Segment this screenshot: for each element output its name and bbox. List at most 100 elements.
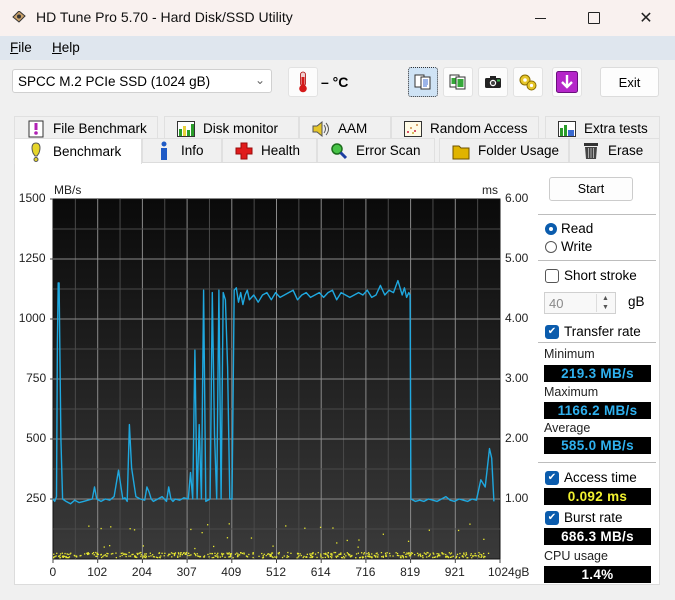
tab-label: AAM — [338, 121, 368, 136]
close-icon: ✕ — [639, 10, 653, 27]
close-button[interactable]: ✕ — [623, 0, 669, 36]
divider — [538, 214, 656, 215]
x-tick: 614 — [310, 565, 331, 579]
radio-write-indicator — [545, 240, 557, 253]
tab-row-1: File Benchmark Disk monitor AAM Random A… — [14, 116, 660, 140]
average-value: 585.0 MB/s — [544, 437, 651, 454]
tab-health[interactable]: Health — [222, 138, 317, 162]
copy-screenshot-button[interactable] — [443, 67, 473, 97]
menu-file[interactable]: File — [10, 40, 32, 55]
burst-rate-checkbox[interactable]: ✔ Burst rate — [545, 510, 623, 525]
y-tick-left: 500 — [26, 431, 47, 445]
tab-folder-usage[interactable]: Folder Usage — [439, 138, 569, 162]
tab-disk-monitor[interactable]: Disk monitor — [164, 116, 299, 140]
disk-monitor-icon — [177, 120, 195, 138]
x-tick: 307 — [176, 565, 197, 579]
copy-info-icon — [414, 74, 431, 90]
x-tick: 1024gB — [488, 565, 530, 579]
tab-label: Folder Usage — [478, 143, 560, 158]
temperature-readout: – °C — [321, 74, 349, 90]
options-button[interactable] — [513, 67, 543, 97]
divider — [538, 462, 656, 463]
minimum-value: 219.3 MB/s — [544, 365, 651, 382]
tab-label: Benchmark — [53, 144, 122, 159]
tab-file-benchmark[interactable]: File Benchmark — [14, 116, 158, 140]
minimize-button[interactable] — [517, 0, 563, 36]
tab-extra-tests[interactable]: Extra tests — [545, 116, 660, 140]
tab-label: Disk monitor — [203, 121, 279, 136]
check-icon: ✔ — [545, 324, 559, 339]
temperature-button[interactable] — [288, 67, 318, 97]
y-axis-right-unit: ms — [482, 183, 498, 197]
y-tick-left: 1000 — [18, 311, 46, 325]
copy-screenshot-icon — [449, 74, 466, 90]
app-logo-icon — [12, 11, 26, 23]
tab-label: Error Scan — [356, 143, 421, 158]
chevron-down-icon: ⌄ — [254, 73, 265, 87]
menu-help[interactable]: Help — [52, 40, 80, 55]
x-tick: 204 — [131, 565, 152, 579]
average-label: Average — [544, 421, 591, 435]
check-icon: ✔ — [545, 470, 559, 485]
transfer-rate-checkbox[interactable]: ✔ Transfer rate — [545, 324, 641, 339]
folder-icon — [452, 142, 470, 160]
minimum-label: Minimum — [544, 347, 595, 361]
cpu-usage-value: 1.4% — [544, 566, 651, 583]
cpu-usage-label: CPU usage — [544, 549, 608, 563]
tab-random-access[interactable]: Random Access — [391, 116, 539, 140]
save-download-button[interactable] — [552, 67, 582, 97]
x-tick: 0 — [49, 565, 57, 579]
tab-benchmark[interactable]: Benchmark — [14, 138, 142, 164]
health-cross-icon — [235, 142, 253, 160]
start-button[interactable]: Start — [549, 177, 633, 201]
check-icon: ✔ — [545, 510, 559, 525]
camera-icon — [485, 76, 501, 88]
magnifier-icon — [330, 142, 348, 160]
toolbar: SPCC M.2 PCIe SSD (1024 gB) ⌄ – °C Exit — [0, 60, 675, 110]
x-tick: 921 — [444, 565, 465, 579]
short-stroke-size-input[interactable]: 40 ▲ ▼ — [544, 292, 616, 314]
access-time-value: 0.092 ms — [544, 488, 651, 505]
burst-rate-value: 686.3 MB/s — [544, 528, 651, 545]
drive-select-value: SPCC M.2 PCIe SSD (1024 gB) — [18, 74, 211, 89]
y-tick-right: 6.00 — [505, 191, 529, 205]
maximize-icon — [588, 12, 600, 24]
tab-aam[interactable]: AAM — [299, 116, 391, 140]
drive-select[interactable]: SPCC M.2 PCIe SSD (1024 gB) ⌄ — [12, 69, 272, 93]
tab-label: Erase — [608, 143, 644, 158]
y-tick-right: 1.00 — [505, 491, 529, 505]
minimize-icon — [534, 17, 546, 19]
maximize-button[interactable] — [571, 0, 617, 36]
options-icon — [519, 74, 537, 91]
exit-button[interactable]: Exit — [600, 67, 659, 97]
write-radio[interactable]: Write — [545, 239, 592, 254]
y-tick-right: 2.00 — [505, 431, 529, 445]
tab-row-2: Benchmark Info Health Error Scan Folder … — [14, 138, 660, 164]
divider — [538, 260, 656, 261]
screenshot-button[interactable] — [478, 67, 508, 97]
y-tick-right: 3.00 — [505, 371, 529, 385]
y-axis-left-unit: MB/s — [54, 183, 82, 197]
short-stroke-checkbox[interactable]: Short stroke — [545, 268, 637, 283]
tab-label: Random Access — [430, 121, 528, 136]
spin-arrows-icon[interactable]: ▲ ▼ — [596, 294, 614, 312]
y-tick-right: 4.00 — [505, 311, 529, 325]
tab-label: Extra tests — [584, 121, 648, 136]
copy-info-button[interactable] — [408, 67, 438, 97]
tab-info[interactable]: Info — [142, 138, 222, 162]
x-tick: 409 — [221, 565, 242, 579]
thermometer-icon — [299, 71, 307, 93]
maximum-value: 1166.2 MB/s — [544, 402, 651, 419]
tab-error-scan[interactable]: Error Scan — [317, 138, 435, 162]
checkbox-indicator — [545, 268, 559, 283]
title-bar[interactable]: HD Tune Pro 5.70 - Hard Disk/SSD Utility… — [0, 0, 675, 36]
y-tick-left: 1500 — [18, 191, 46, 205]
download-icon — [556, 71, 578, 93]
x-tick: 512 — [266, 565, 287, 579]
speaker-icon — [312, 120, 330, 138]
tab-erase[interactable]: Erase — [569, 138, 660, 162]
menu-bar: File Help — [0, 36, 675, 60]
access-time-checkbox[interactable]: ✔ Access time — [545, 470, 637, 485]
divider — [538, 342, 656, 343]
read-radio[interactable]: Read — [545, 221, 593, 236]
